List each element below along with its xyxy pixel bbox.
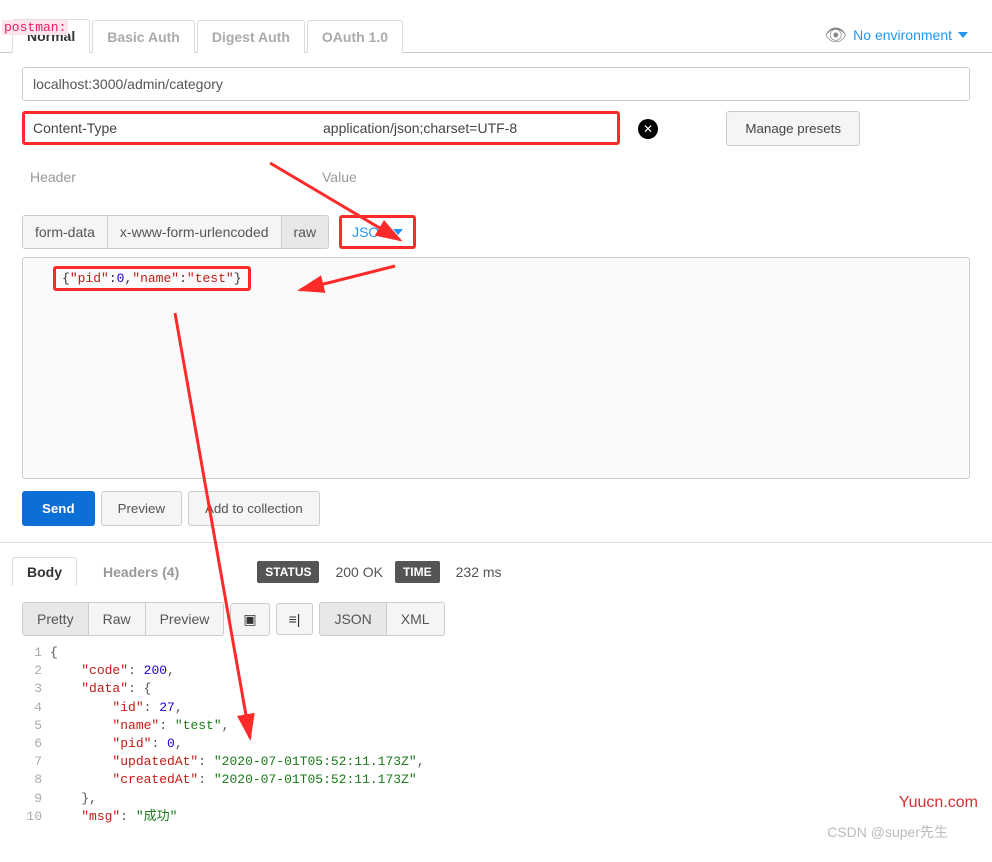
- view-mode-pretty[interactable]: Pretty: [23, 603, 89, 635]
- line-number: 10: [22, 808, 50, 826]
- watermark-author: CSDN @super先生: [827, 822, 948, 842]
- time-value: 232 ms: [456, 564, 502, 580]
- code-line: 9 },: [22, 790, 970, 808]
- send-button[interactable]: Send: [22, 491, 95, 526]
- line-number: 2: [22, 662, 50, 680]
- body-format-dropdown[interactable]: JSON: [339, 215, 416, 249]
- chevron-down-icon: [393, 229, 403, 235]
- url-input[interactable]: [22, 67, 970, 101]
- tab-digest-auth[interactable]: Digest Auth: [197, 20, 305, 53]
- header-placeholder-row[interactable]: Header Value: [22, 163, 970, 191]
- request-body-editor[interactable]: {"pid":0,"name":"test"}: [22, 257, 970, 479]
- code-line: 4 "id": 27,: [22, 699, 970, 717]
- header-value-placeholder: Value: [322, 169, 357, 185]
- code-line: 3 "data": {: [22, 680, 970, 698]
- status-badge: STATUS: [257, 561, 319, 583]
- request-body-content: {"pid":0,"name":"test"}: [53, 266, 251, 291]
- header-value[interactable]: application/json;charset=UTF-8: [323, 120, 517, 136]
- format-group: JSON XML: [319, 602, 444, 636]
- header-key[interactable]: Content-Type: [33, 120, 323, 136]
- code-line: 2 "code": 200,: [22, 662, 970, 680]
- manage-presets-button[interactable]: Manage presets: [726, 111, 860, 146]
- response-tab-headers[interactable]: Headers (4): [89, 558, 193, 586]
- tab-basic-auth[interactable]: Basic Auth: [92, 20, 195, 53]
- view-mode-group: Pretty Raw Preview: [22, 602, 224, 636]
- line-number: 4: [22, 699, 50, 717]
- line-number: 8: [22, 771, 50, 789]
- chevron-down-icon: [958, 32, 968, 38]
- code-text: "id": 27,: [50, 699, 183, 717]
- code-text: "createdAt": "2020-07-01T05:52:11.173Z": [50, 771, 417, 789]
- code-text: {: [50, 644, 58, 662]
- response-tab-body[interactable]: Body: [12, 557, 77, 586]
- code-line: 6 "pid": 0,: [22, 735, 970, 753]
- line-number: 6: [22, 735, 50, 753]
- watermark-site: Yuucn.com: [899, 794, 978, 812]
- line-number: 3: [22, 680, 50, 698]
- response-body[interactable]: 1{2 "code": 200,3 "data": {4 "id": 27,5 …: [22, 644, 970, 826]
- code-line: 8 "createdAt": "2020-07-01T05:52:11.173Z…: [22, 771, 970, 789]
- line-number: 9: [22, 790, 50, 808]
- add-to-collection-button[interactable]: Add to collection: [188, 491, 320, 526]
- header-key-placeholder: Header: [30, 169, 322, 185]
- code-line: 7 "updatedAt": "2020-07-01T05:52:11.173Z…: [22, 753, 970, 771]
- delete-header-icon[interactable]: ✕: [638, 119, 658, 139]
- body-type-form-data[interactable]: form-data: [23, 216, 108, 248]
- postman-label: postman:: [2, 20, 68, 35]
- code-text: "updatedAt": "2020-07-01T05:52:11.173Z",: [50, 753, 425, 771]
- format-xml[interactable]: XML: [387, 603, 444, 635]
- wrap-icon[interactable]: ≡|: [276, 603, 314, 635]
- eye-icon: 👁: [824, 25, 847, 46]
- header-row[interactable]: Content-Type application/json;charset=UT…: [22, 111, 620, 145]
- line-number: 7: [22, 753, 50, 771]
- body-type-urlencoded[interactable]: x-www-form-urlencoded: [108, 216, 282, 248]
- time-badge: TIME: [395, 561, 440, 583]
- request-tabs: Normal Basic Auth Digest Auth OAuth 1.0 …: [0, 18, 992, 53]
- code-text: "msg": "成功": [50, 808, 177, 826]
- code-text: "code": 200,: [50, 662, 175, 680]
- tab-oauth[interactable]: OAuth 1.0: [307, 20, 403, 53]
- line-number: 5: [22, 717, 50, 735]
- code-line: 5 "name": "test",: [22, 717, 970, 735]
- view-mode-preview[interactable]: Preview: [146, 603, 224, 635]
- code-text: "data": {: [50, 680, 151, 698]
- format-json[interactable]: JSON: [320, 603, 386, 635]
- code-text: "name": "test",: [50, 717, 229, 735]
- preview-button[interactable]: Preview: [101, 491, 182, 526]
- body-type-group: form-data x-www-form-urlencoded raw: [22, 215, 329, 249]
- body-type-raw[interactable]: raw: [282, 216, 329, 248]
- body-format-label: JSON: [352, 224, 389, 240]
- environment-label: No environment: [853, 27, 952, 43]
- status-value: 200 OK: [335, 564, 382, 580]
- environment-select[interactable]: 👁 No environment: [824, 25, 968, 46]
- code-text: },: [50, 790, 97, 808]
- copy-icon[interactable]: ▣: [230, 603, 269, 636]
- line-number: 1: [22, 644, 50, 662]
- view-mode-raw[interactable]: Raw: [89, 603, 146, 635]
- code-line: 1{: [22, 644, 970, 662]
- code-text: "pid": 0,: [50, 735, 183, 753]
